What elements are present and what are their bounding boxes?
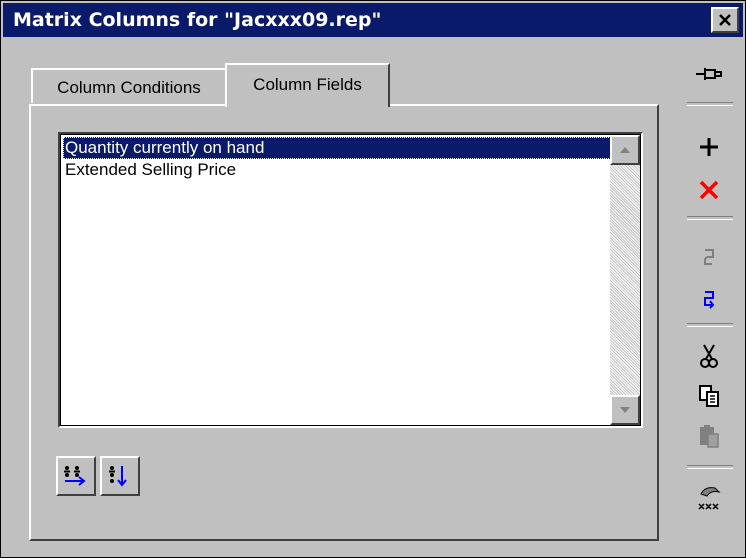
- delete-button[interactable]: [689, 172, 729, 208]
- redo-icon: [704, 291, 715, 309]
- pin-icon: [696, 68, 722, 80]
- toolbar-separator: [687, 102, 733, 106]
- move-right-button[interactable]: [56, 456, 96, 496]
- tab-label: Column Conditions: [57, 78, 201, 97]
- arrow-up-icon: [620, 147, 630, 153]
- rename-button[interactable]: [689, 479, 729, 515]
- undo-button[interactable]: [689, 239, 729, 275]
- undo-icon: [704, 249, 714, 265]
- tab-column-conditions[interactable]: Column Conditions: [31, 68, 227, 103]
- arrow-down-icon: [620, 407, 630, 413]
- move-down-icon: [109, 466, 127, 487]
- delete-icon: [699, 180, 719, 200]
- toolbar-separator: [687, 465, 733, 469]
- cut-icon: [700, 344, 718, 368]
- add-icon: [700, 138, 718, 156]
- vertical-scrollbar[interactable]: [610, 135, 640, 425]
- window-title: Matrix Columns for "Jacxxx09.rep": [13, 9, 382, 31]
- redo-button[interactable]: [689, 280, 729, 316]
- copy-button[interactable]: [689, 378, 729, 414]
- move-right-icon: [64, 466, 86, 486]
- move-down-button[interactable]: [100, 456, 140, 496]
- add-button[interactable]: [689, 129, 729, 165]
- scroll-up-button[interactable]: [610, 135, 640, 165]
- column-fields-list[interactable]: Quantity currently on hand Extended Sell…: [58, 132, 643, 428]
- tab-column-fields[interactable]: Column Fields: [225, 63, 390, 107]
- close-button[interactable]: [711, 7, 739, 33]
- pin-button[interactable]: [689, 56, 729, 92]
- toolbar-separator: [687, 216, 733, 220]
- list-item[interactable]: Quantity currently on hand: [63, 137, 611, 159]
- cut-button[interactable]: [689, 338, 729, 374]
- list-item[interactable]: Extended Selling Price: [63, 159, 611, 181]
- dialog-window: Matrix Columns for "Jacxxx09.rep" Column…: [0, 0, 746, 558]
- scroll-down-button[interactable]: [610, 395, 640, 425]
- copy-icon: [699, 385, 719, 407]
- paste-icon: [700, 425, 719, 448]
- tab-label: Column Fields: [253, 75, 362, 94]
- paste-button[interactable]: [689, 418, 729, 454]
- toolbar-separator: [687, 323, 733, 327]
- title-bar[interactable]: Matrix Columns for "Jacxxx09.rep": [3, 3, 743, 37]
- rename-icon: [698, 487, 721, 510]
- close-icon: [719, 14, 731, 26]
